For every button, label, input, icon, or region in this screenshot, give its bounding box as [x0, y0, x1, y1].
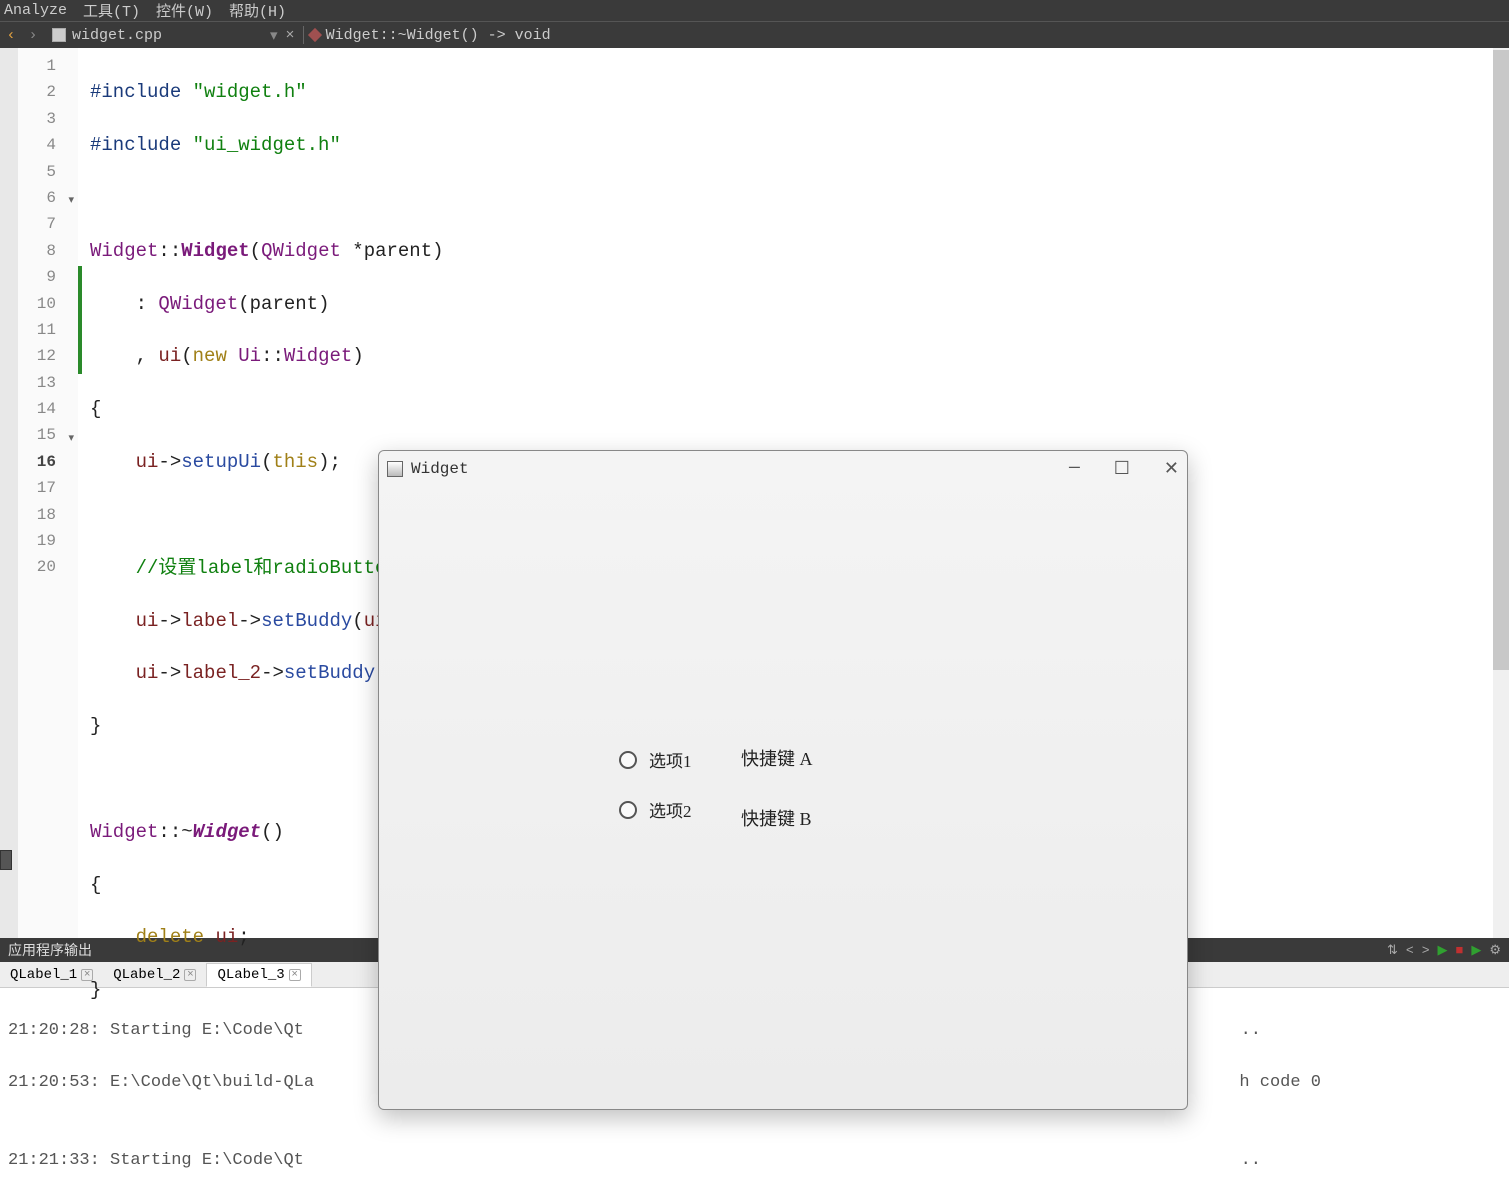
line-number: 10	[18, 291, 56, 317]
output-controls: ⇅ < > ▶ ■ ▶ ⚙	[1387, 943, 1501, 958]
prev-icon[interactable]: <	[1406, 943, 1414, 958]
output-title: 应用程序输出	[8, 940, 92, 960]
line-number: 20	[18, 554, 56, 580]
line-number: 16	[18, 449, 56, 475]
separator	[303, 26, 304, 44]
file-name: widget.cpp	[72, 27, 162, 44]
menubar: Analyze 工具(T) 控件(W) 帮助(H)	[0, 0, 1509, 22]
filter-icon[interactable]: ⇅	[1387, 943, 1398, 958]
function-signature[interactable]: Widget::~Widget() -> void	[326, 27, 551, 44]
output-tab[interactable]: QLabel_1×	[0, 964, 103, 986]
radio-option-1[interactable]: 选项1	[619, 747, 692, 772]
change-bar	[78, 48, 82, 938]
line-number: 18	[18, 502, 56, 528]
close-tab-icon[interactable]: ×	[286, 27, 295, 44]
line-number: 5	[18, 159, 56, 185]
line-number: 2	[18, 79, 56, 105]
app-titlebar[interactable]: Widget — ☐ ✕	[379, 451, 1187, 487]
line-number: 17	[18, 475, 56, 501]
app-title: Widget	[411, 460, 469, 478]
line-number: 13	[18, 370, 56, 396]
output-tab[interactable]: QLabel_2×	[103, 964, 206, 986]
line-number: 11	[18, 317, 56, 343]
settings-icon[interactable]: ⚙	[1489, 943, 1501, 958]
radio-option-2[interactable]: 选项2	[619, 797, 692, 822]
vertical-scrollbar[interactable]	[1493, 48, 1509, 938]
line-number: 15	[18, 422, 56, 448]
sidebar-handle[interactable]	[0, 850, 12, 870]
stop-icon[interactable]: ■	[1456, 943, 1464, 958]
radio-label: 选项1	[649, 747, 692, 772]
shortcut-label-a: 快捷键 A	[741, 745, 813, 771]
app-content: 选项1 快捷键 A 选项2 快捷键 B	[379, 487, 1187, 1109]
nav-forward-icon[interactable]: ›	[22, 27, 44, 44]
close-icon[interactable]: ×	[81, 969, 93, 981]
app-icon	[387, 461, 403, 477]
line-number: 12	[18, 343, 56, 369]
close-icon[interactable]: ×	[289, 969, 301, 981]
close-icon[interactable]: ✕	[1164, 458, 1179, 480]
radio-label: 选项2	[649, 797, 692, 822]
tabbar: ‹ › widget.cpp ▾ × Widget::~Widget() -> …	[0, 22, 1509, 48]
line-number: 9	[18, 264, 56, 290]
close-icon[interactable]: ×	[184, 969, 196, 981]
line-number: 3	[18, 106, 56, 132]
line-number: 4	[18, 132, 56, 158]
line-number: 6	[18, 185, 56, 211]
next-icon[interactable]: >	[1422, 943, 1430, 958]
minimize-icon[interactable]: —	[1069, 458, 1080, 480]
tab-dropdown-icon[interactable]: ▾	[270, 26, 278, 45]
radio-icon[interactable]	[619, 751, 637, 769]
maximize-icon[interactable]: ☐	[1114, 458, 1130, 480]
file-tab[interactable]: widget.cpp	[44, 27, 170, 44]
run-icon[interactable]: ▶	[1438, 943, 1448, 958]
gutter: 1 2 3 4 5 6 ▾ 7 8 9 10 11 12 13 14 15 ▾ …	[18, 48, 78, 938]
app-window: Widget — ☐ ✕ 选项1 快捷键 A 选项2 快捷键 B	[378, 450, 1188, 1110]
change-mark	[78, 266, 82, 374]
line-number: 14	[18, 396, 56, 422]
output-tab[interactable]: QLabel_3×	[206, 963, 311, 987]
menu-analyze[interactable]: Analyze	[4, 2, 67, 19]
menu-help[interactable]: 帮助(H)	[229, 0, 286, 21]
line-number: 1	[18, 53, 56, 79]
shortcut-label-b: 快捷键 B	[741, 805, 812, 831]
function-icon	[307, 28, 321, 42]
rerun-icon[interactable]: ▶	[1471, 943, 1481, 958]
nav-back-icon[interactable]: ‹	[0, 27, 22, 44]
editor-margin	[0, 48, 18, 938]
line-number: 7	[18, 211, 56, 237]
line-number: 8	[18, 238, 56, 264]
line-number: 19	[18, 528, 56, 554]
menu-tools[interactable]: 工具(T)	[83, 0, 140, 21]
scrollbar-thumb[interactable]	[1493, 50, 1509, 670]
fold-icon[interactable]: ▾	[68, 188, 74, 214]
fold-icon[interactable]: ▾	[68, 426, 74, 452]
file-icon	[52, 28, 66, 42]
menu-widgets[interactable]: 控件(W)	[156, 0, 213, 21]
radio-icon[interactable]	[619, 801, 637, 819]
